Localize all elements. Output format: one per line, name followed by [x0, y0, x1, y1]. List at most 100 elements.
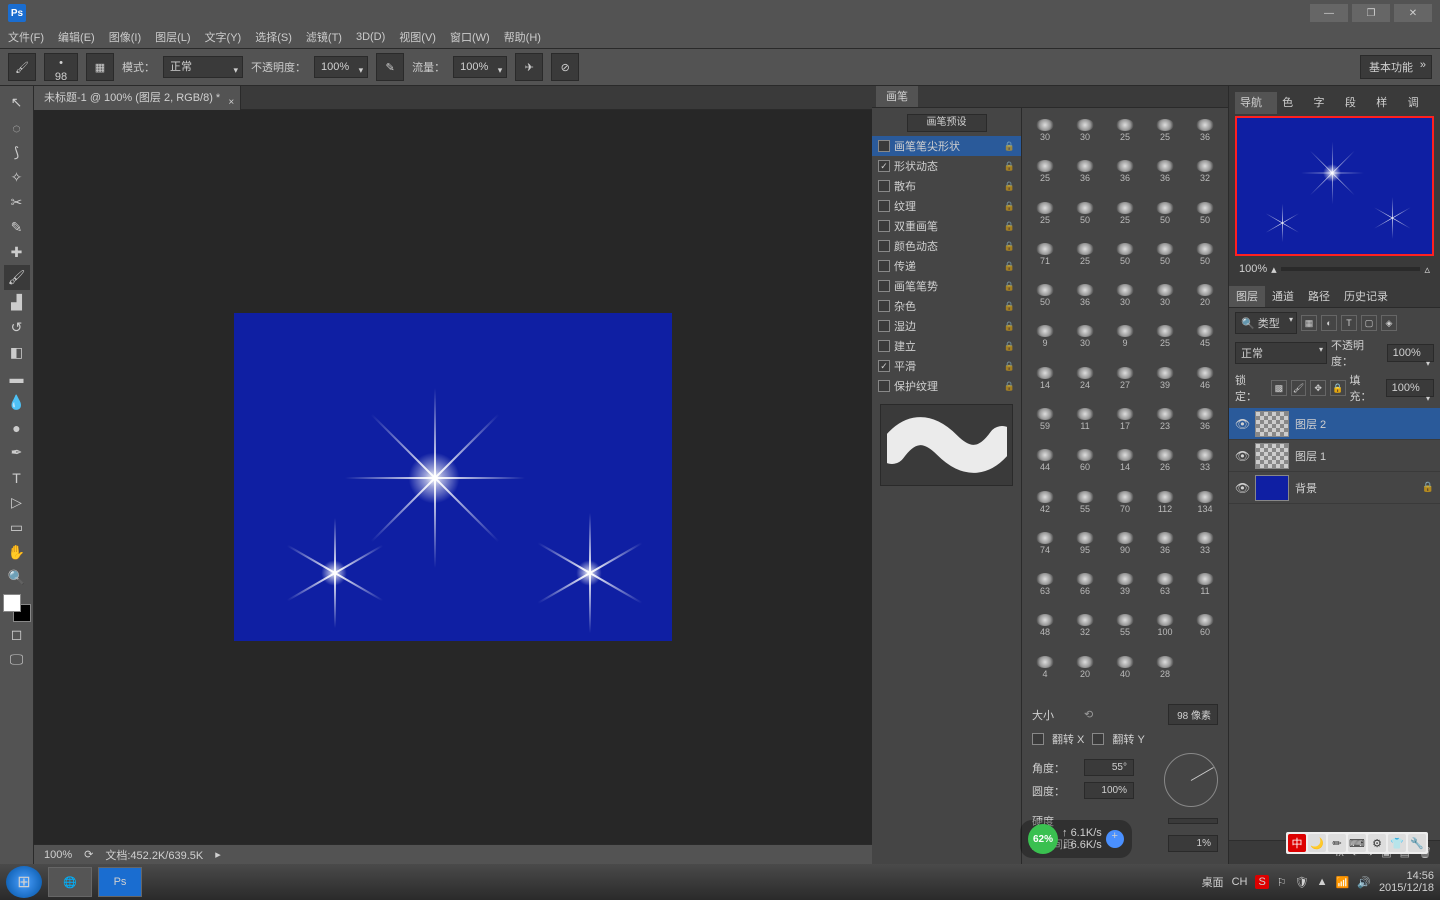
option-checkbox[interactable] — [878, 320, 890, 332]
brush-option-row[interactable]: 湿边🔒 — [872, 316, 1021, 336]
filter-smart-icon[interactable]: ◈ — [1381, 315, 1397, 331]
reset-icon[interactable]: ⟲ — [1084, 708, 1098, 722]
brush-thumbnail[interactable]: 36 — [1186, 112, 1224, 142]
lock-icon[interactable]: 🔒 — [1004, 361, 1015, 372]
blend-mode-select[interactable]: 正常 — [163, 56, 243, 78]
layer-name[interactable]: 背景 — [1295, 480, 1317, 496]
brush-tab[interactable]: 画笔 — [876, 86, 918, 107]
brush-thumbnail[interactable]: 50 — [1106, 236, 1144, 266]
brush-thumbnail[interactable]: 45 — [1186, 318, 1224, 348]
current-tool-icon[interactable]: 🖌 — [8, 53, 36, 81]
brush-thumbnail[interactable]: 100 — [1146, 607, 1184, 637]
brush-thumbnail[interactable]: 11 — [1066, 401, 1104, 431]
menu-layer[interactable]: 图层(L) — [155, 29, 190, 45]
brush-thumbnail[interactable]: 36 — [1066, 153, 1104, 183]
brush-thumbnail[interactable]: 30 — [1106, 277, 1144, 307]
filter-pixel-icon[interactable]: ▦ — [1301, 315, 1317, 331]
layer-opacity-field[interactable]: 100% — [1387, 344, 1434, 362]
brush-thumbnail[interactable]: 112 — [1146, 484, 1184, 514]
brush-panel-toggle-icon[interactable]: ▦ — [86, 53, 114, 81]
menu-filter[interactable]: 滤镜(T) — [306, 29, 342, 45]
menu-image[interactable]: 图像(I) — [109, 29, 141, 45]
brush-thumbnail[interactable]: 44 — [1026, 442, 1064, 472]
status-arrow-icon[interactable]: ▸ — [215, 848, 221, 861]
brush-option-row[interactable]: 纹理🔒 — [872, 196, 1021, 216]
spacing-value[interactable]: 1% — [1168, 835, 1218, 852]
visibility-icon[interactable]: 👁 — [1235, 481, 1249, 495]
brush-thumbnail[interactable]: 30 — [1066, 318, 1104, 348]
zoom-in-icon[interactable]: ▵ — [1424, 263, 1430, 276]
brush-thumbnail-grid[interactable]: 3030252536253636363225502550507125505050… — [1022, 108, 1228, 692]
styles-tab[interactable]: 样式 — [1371, 92, 1402, 114]
lock-icon[interactable]: 🔒 — [1004, 221, 1015, 232]
sync-icon[interactable]: ⟳ — [84, 848, 93, 861]
lock-icon[interactable]: 🔒 — [1004, 381, 1015, 392]
tray-flag-icon[interactable]: ⚐ — [1277, 876, 1287, 889]
navigator-preview[interactable] — [1235, 116, 1434, 256]
healing-tool[interactable]: ✚ — [4, 240, 30, 265]
airbrush-icon[interactable]: ✈ — [515, 53, 543, 81]
brush-thumbnail[interactable]: 55 — [1106, 607, 1144, 637]
pressure-size-icon[interactable]: ⊘ — [551, 53, 579, 81]
zoom-level[interactable]: 100% — [44, 849, 72, 861]
brush-thumbnail[interactable]: 26 — [1146, 442, 1184, 472]
brush-thumbnail[interactable]: 25 — [1146, 318, 1184, 348]
layer-thumbnail[interactable] — [1255, 475, 1289, 501]
shape-tool[interactable]: ▭ — [4, 515, 30, 540]
paragraph-tab[interactable]: 段落 — [1340, 92, 1371, 114]
brush-thumbnail[interactable]: 50 — [1186, 195, 1224, 225]
filter-adjust-icon[interactable]: ◐ — [1321, 315, 1337, 331]
brush-thumbnail[interactable]: 59 — [1026, 401, 1064, 431]
brush-thumbnail[interactable]: 71 — [1026, 236, 1064, 266]
brush-option-row[interactable]: 保护纹理🔒 — [872, 376, 1021, 396]
brush-option-row[interactable]: 颜色动态🔒 — [872, 236, 1021, 256]
channels-tab[interactable]: 通道 — [1265, 286, 1301, 307]
brush-thumbnail[interactable]: 28 — [1146, 649, 1184, 679]
ime-btn-2[interactable]: ✏ — [1328, 834, 1346, 852]
layer-thumbnail[interactable] — [1255, 443, 1289, 469]
eraser-tool[interactable]: ◧ — [4, 340, 30, 365]
stamp-tool[interactable]: ▟ — [4, 290, 30, 315]
pressure-opacity-icon[interactable]: ✎ — [376, 53, 404, 81]
zoom-tool[interactable]: 🔍 — [4, 565, 30, 590]
hand-tool[interactable]: ✋ — [4, 540, 30, 565]
hardness-value[interactable] — [1168, 818, 1218, 824]
brush-thumbnail[interactable]: 46 — [1186, 360, 1224, 390]
zoom-slider[interactable] — [1281, 267, 1421, 271]
ime-btn-6[interactable]: 🔧 — [1408, 834, 1426, 852]
brush-thumbnail[interactable]: 50 — [1066, 195, 1104, 225]
swatches-tab[interactable]: 色板 — [1277, 92, 1308, 114]
brush-thumbnail[interactable]: 30 — [1066, 112, 1104, 142]
lock-icon[interactable]: 🔒 — [1004, 241, 1015, 252]
brush-thumbnail[interactable]: 20 — [1186, 277, 1224, 307]
layer-thumbnail[interactable] — [1255, 411, 1289, 437]
menu-type[interactable]: 文字(Y) — [205, 29, 242, 45]
brush-option-row[interactable]: 画笔笔势🔒 — [872, 276, 1021, 296]
brush-thumbnail[interactable]: 33 — [1186, 525, 1224, 555]
option-checkbox[interactable] — [878, 180, 890, 192]
dodge-tool[interactable]: ● — [4, 415, 30, 440]
brush-thumbnail[interactable]: 32 — [1066, 607, 1104, 637]
screenmode-icon[interactable]: 🖵 — [4, 647, 30, 672]
menu-3d[interactable]: 3D(D) — [356, 31, 385, 43]
brush-option-row[interactable]: 散布🔒 — [872, 176, 1021, 196]
brush-thumbnail[interactable]: 27 — [1106, 360, 1144, 390]
roundness-value[interactable]: 100% — [1084, 782, 1134, 799]
size-value[interactable]: 98 像素 — [1168, 704, 1218, 725]
brush-thumbnail[interactable]: 70 — [1106, 484, 1144, 514]
lock-icon[interactable]: 🔒 — [1004, 341, 1015, 352]
flipx-checkbox[interactable] — [1032, 733, 1044, 745]
lock-icon[interactable]: 🔒 — [1004, 181, 1015, 192]
document-tab[interactable]: 未标题-1 @ 100% (图层 2, RGB/8) *× — [34, 86, 241, 110]
brush-thumbnail[interactable]: 63 — [1146, 566, 1184, 596]
layer-name[interactable]: 图层 2 — [1295, 416, 1326, 432]
brush-size-field[interactable]: •98 — [44, 53, 78, 81]
brush-thumbnail[interactable]: 11 — [1186, 566, 1224, 596]
brush-thumbnail[interactable]: 14 — [1026, 360, 1064, 390]
brush-thumbnail[interactable]: 25 — [1066, 236, 1104, 266]
navigator-tab[interactable]: 导航器 — [1235, 92, 1277, 114]
lasso-tool[interactable]: ⟆ — [4, 140, 30, 165]
crop-tool[interactable]: ✂ — [4, 190, 30, 215]
option-checkbox[interactable] — [878, 280, 890, 292]
brush-option-row[interactable]: 建立🔒 — [872, 336, 1021, 356]
